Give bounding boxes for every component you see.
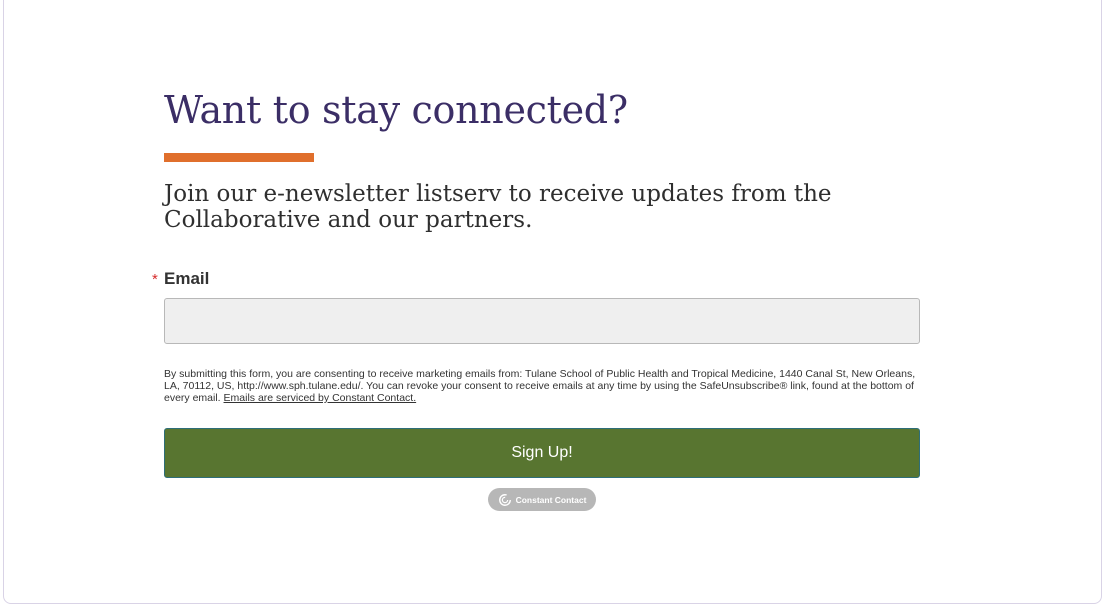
constant-contact-badge-text: Constant Contact [515,494,587,505]
page-title: Want to stay connected? [164,88,628,132]
consent-notice: By submitting this form, you are consent… [164,368,924,404]
email-field[interactable] [164,298,920,344]
required-marker: * [152,271,158,288]
constant-contact-badge[interactable]: Constant Contact [488,488,596,511]
email-label-text: Email [164,269,210,288]
accent-divider [164,153,314,162]
sign-up-button[interactable]: Sign Up! [164,428,920,478]
email-label: * Email [152,268,209,291]
constant-contact-link[interactable]: Emails are serviced by Constant Contact. [224,392,417,404]
constant-contact-logo-icon [498,493,511,506]
form-subtitle: Join our e-newsletter listserv to receiv… [164,181,832,233]
